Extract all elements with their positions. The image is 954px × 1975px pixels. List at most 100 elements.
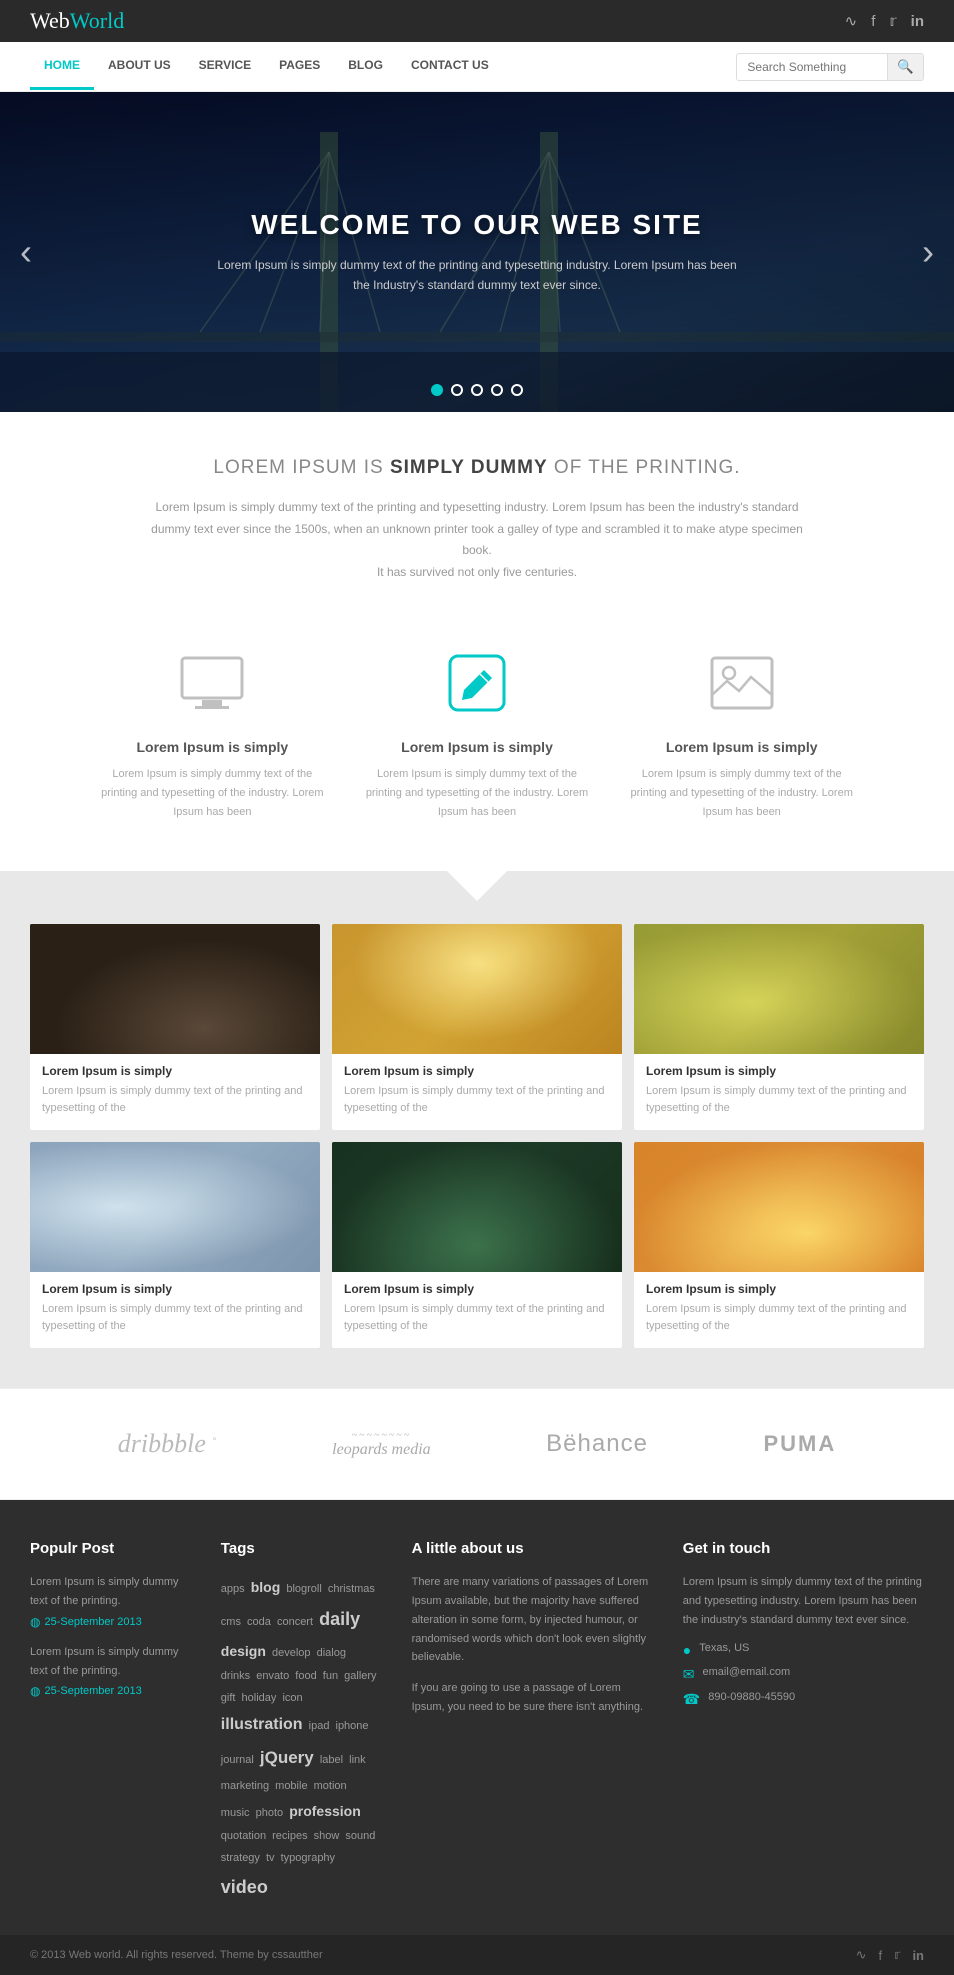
partner-leopards[interactable]: ~~~~~~~~ leopards media [332,1430,431,1459]
portfolio-item-1[interactable]: Lorem Ipsum is simply Lorem Ipsum is sim… [30,924,320,1130]
tag-illustration[interactable]: illustration [221,1716,303,1733]
nav-blog[interactable]: BLOG [334,43,397,90]
footer-rss-icon[interactable]: ∿ [856,1947,867,1963]
hero-dot-1[interactable] [431,384,443,396]
tag-coda[interactable]: coda [247,1616,271,1628]
tag-icon[interactable]: icon [282,1692,302,1704]
search-input[interactable] [737,55,887,79]
portfolio-item-2[interactable]: Lorem Ipsum is simply Lorem Ipsum is sim… [332,924,622,1130]
clock-icon-1: ◍ [30,1615,40,1629]
tag-strategy[interactable]: strategy [221,1852,260,1864]
tag-cms[interactable]: cms [221,1616,241,1628]
hero-subtitle: Lorem Ipsum is simply dummy text of the … [217,255,737,296]
footer-popular-post: Populr Post Lorem Ipsum is simply dummy … [30,1540,191,1905]
tag-blogroll[interactable]: blogroll [286,1583,321,1595]
rss-icon[interactable]: ∿ [845,12,858,30]
tag-concert[interactable]: concert [277,1616,313,1628]
portfolio-item-3[interactable]: Lorem Ipsum is simply Lorem Ipsum is sim… [634,924,924,1130]
nav-pages[interactable]: PAGES [265,43,334,90]
tag-marketing[interactable]: marketing [221,1780,269,1792]
hero-dot-5[interactable] [511,384,523,396]
intro-section: LOREM IPSUM IS SIMPLY DUMMY OF THE PRINT… [0,412,954,613]
tags-heading: Tags [221,1540,382,1557]
behance-label: Bëhance [546,1430,648,1457]
nav-home[interactable]: HOME [30,43,94,90]
popular-post-heading: Populr Post [30,1540,191,1557]
search-button[interactable]: 🔍 [887,54,923,80]
contact-email: ✉ email@email.com [683,1666,924,1683]
email-icon: ✉ [683,1666,695,1683]
feature-1-title: Lorem Ipsum is simply [100,739,325,755]
tag-journal[interactable]: journal [221,1754,254,1766]
footer-cols: Populr Post Lorem Ipsum is simply dummy … [30,1540,924,1905]
hero-prev-button[interactable]: ‹ [20,231,32,273]
tag-envato[interactable]: envato [256,1670,289,1682]
portfolio-info-1: Lorem Ipsum is simply Lorem Ipsum is sim… [30,1054,320,1130]
hero-next-button[interactable]: › [922,231,934,273]
nav-contact[interactable]: CONTACT US [397,43,503,90]
hero-dots [431,384,523,396]
post-text-2: Lorem Ipsum is simply dummy text of the … [30,1643,191,1680]
tag-sound[interactable]: sound [345,1830,375,1842]
facebook-icon[interactable]: f [871,13,875,30]
tag-iphone[interactable]: iphone [336,1720,369,1732]
tag-music[interactable]: music [221,1807,250,1819]
tag-recipes[interactable]: recipes [272,1830,307,1842]
hero-dot-2[interactable] [451,384,463,396]
tag-drinks[interactable]: drinks [221,1670,250,1682]
tag-gallery[interactable]: gallery [344,1670,376,1682]
intro-heading-normal: LOREM IPSUM IS [213,457,390,478]
twitter-icon[interactable]: 𝕣 [889,12,896,30]
portfolio-item-6[interactable]: Lorem Ipsum is simply Lorem Ipsum is sim… [634,1142,924,1348]
tag-gift[interactable]: gift [221,1692,236,1704]
tag-photo[interactable]: photo [256,1807,284,1819]
tag-tv[interactable]: tv [266,1852,275,1864]
portfolio-title-4: Lorem Ipsum is simply [42,1282,308,1296]
portfolio-title-5: Lorem Ipsum is simply [344,1282,610,1296]
portfolio-info-2: Lorem Ipsum is simply Lorem Ipsum is sim… [332,1054,622,1130]
tag-mobile[interactable]: mobile [275,1780,307,1792]
tag-quotation[interactable]: quotation [221,1830,266,1842]
logo[interactable]: WebWorld [30,8,124,34]
tag-profession[interactable]: profession [289,1803,361,1819]
tag-design[interactable]: design [221,1643,266,1659]
portfolio-item-4[interactable]: Lorem Ipsum is simply Lorem Ipsum is sim… [30,1142,320,1348]
tag-label[interactable]: label [320,1754,343,1766]
tag-christmas[interactable]: christmas [328,1583,375,1595]
tag-food[interactable]: food [295,1670,316,1682]
partner-dribbble[interactable]: dribbble ◦ [118,1429,217,1459]
tag-motion[interactable]: motion [314,1780,347,1792]
tag-daily[interactable]: daily [319,1609,360,1629]
footer-facebook-icon[interactable]: f [879,1948,883,1963]
partner-behance[interactable]: Bëhance [546,1430,648,1458]
partner-puma[interactable]: PUMA [763,1431,836,1457]
portfolio-item-5[interactable]: Lorem Ipsum is simply Lorem Ipsum is sim… [332,1142,622,1348]
footer-twitter-icon[interactable]: 𝕣 [894,1947,900,1963]
portfolio-title-6: Lorem Ipsum is simply [646,1282,912,1296]
tag-dialog[interactable]: dialog [317,1647,346,1659]
tag-link[interactable]: link [349,1754,366,1766]
portfolio-info-4: Lorem Ipsum is simply Lorem Ipsum is sim… [30,1272,320,1348]
tag-ipad[interactable]: ipad [309,1720,330,1732]
nav-service[interactable]: SERVICE [185,43,265,90]
hero-dot-4[interactable] [491,384,503,396]
tag-apps[interactable]: apps [221,1583,245,1595]
tag-develop[interactable]: develop [272,1647,311,1659]
footer-linkedin-icon[interactable]: in [912,1948,924,1963]
tag-fun[interactable]: fun [323,1670,338,1682]
dribbble-label: dribbble [118,1429,206,1458]
hero-dot-3[interactable] [471,384,483,396]
tag-blog[interactable]: blog [251,1579,281,1595]
nav-about[interactable]: ABOUT US [94,43,185,90]
portfolio-body-6: Lorem Ipsum is simply dummy text of the … [646,1301,912,1334]
tag-typography[interactable]: typography [281,1852,335,1864]
section-divider-triangle [30,871,924,904]
linkedin-icon[interactable]: in [911,13,924,30]
tag-holiday[interactable]: holiday [242,1692,277,1704]
tag-jquery[interactable]: jQuery [260,1748,314,1767]
hero-content: WELCOME TO OUR WEB SITE Lorem Ipsum is s… [117,209,837,296]
tag-show[interactable]: show [314,1830,340,1842]
tag-video[interactable]: video [221,1877,268,1897]
portfolio-info-6: Lorem Ipsum is simply Lorem Ipsum is sim… [634,1272,924,1348]
portfolio-body-5: Lorem Ipsum is simply dummy text of the … [344,1301,610,1334]
